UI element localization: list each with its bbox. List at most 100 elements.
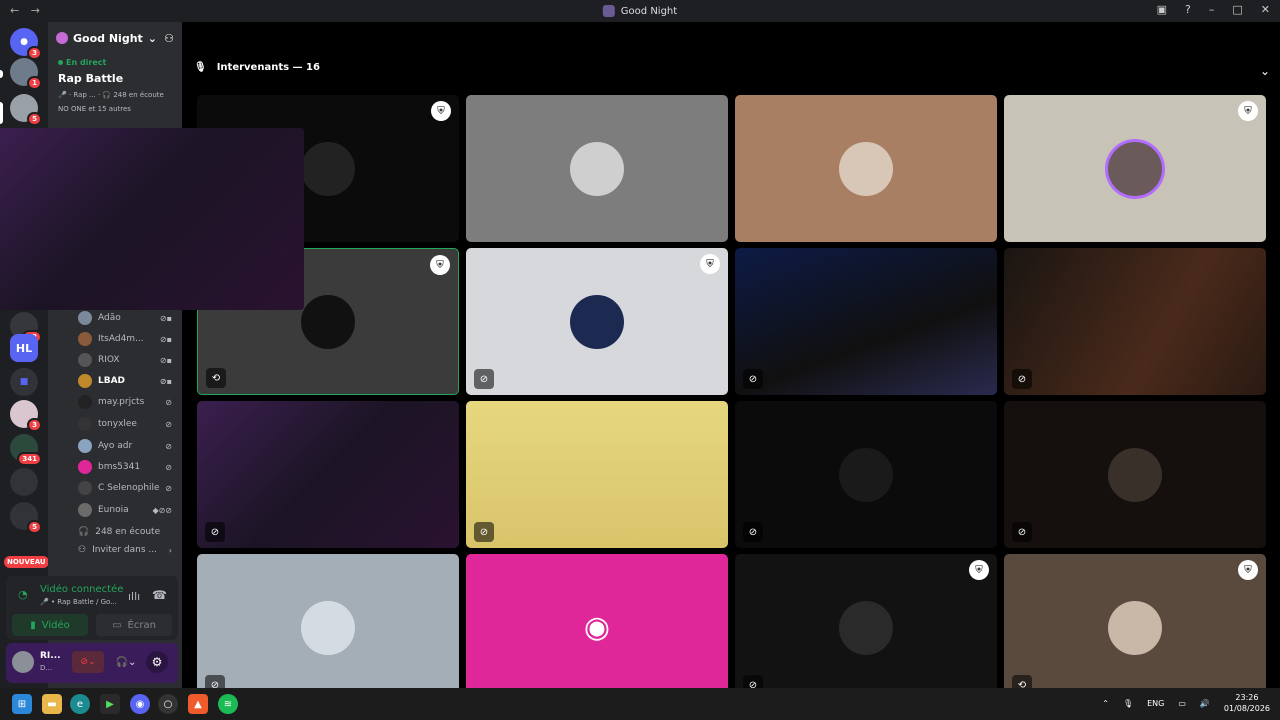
member-row[interactable]: bms5341 ⊘ (78, 457, 178, 477)
live-stage[interactable]: En direct Rap Battle 🎤 · Rap ... · 🎧 248… (48, 54, 182, 123)
voice-channel-sub[interactable]: 🎤 • Rap Battle / Go... (40, 598, 117, 606)
language-indicator[interactable]: ENG (1147, 699, 1164, 708)
window-title: Good Night (602, 5, 677, 17)
speaker-tile[interactable]: ⛨ ⊘ (735, 554, 997, 701)
discord-taskbar-icon[interactable]: ◉ (130, 694, 150, 714)
speaker-tile[interactable]: ⛨ (1004, 95, 1266, 242)
member-row[interactable]: ItsAd4m... ⊘▪ (78, 329, 178, 349)
speaker-tile[interactable]: ⛨ ⊘ (466, 248, 728, 395)
voice-connection-panel: ◔ Vidéo connectée 🎤 • Rap Battle / Go...… (6, 576, 178, 640)
active-server-pill (0, 102, 3, 124)
avatar (570, 141, 624, 196)
nav-arrows[interactable]: ← → (10, 4, 44, 17)
spotify-icon[interactable]: ≋ (218, 694, 238, 714)
server-icon-4[interactable]: 341 (10, 434, 42, 466)
speaker-tile[interactable]: ◉ (466, 554, 728, 701)
speaker-video-tile[interactable]: ⊘ (197, 401, 459, 548)
collapse-chevron-icon[interactable]: ⌄ (1260, 64, 1270, 78)
discord-home-button[interactable]: ● 3 (10, 28, 42, 60)
avatar (78, 417, 92, 431)
server-icon-1[interactable]: 1 (10, 58, 42, 90)
chevron-down-icon: ⌄ (147, 31, 158, 45)
avatar[interactable] (12, 651, 34, 673)
maximize-button[interactable]: □ (1232, 3, 1242, 16)
server-icon-3[interactable]: 3 (10, 400, 42, 432)
screen-share-button[interactable]: ▭ Écran (96, 614, 172, 636)
help-icon[interactable]: ? (1185, 3, 1191, 16)
clock[interactable]: 23:26 01/08/2026 (1224, 692, 1270, 714)
chevron-up-icon[interactable]: ⌃ (1102, 699, 1109, 708)
soundboard-icon[interactable]: ıllı (128, 590, 140, 603)
guild-header[interactable]: Good Night ⌄ ⚇ (48, 22, 182, 54)
speaker-video-tile[interactable]: ⊘ (466, 401, 728, 548)
server-icon-hl[interactable]: HL (10, 334, 38, 362)
edge-icon[interactable]: e (70, 694, 90, 714)
muted-mic-icon: ⊘ (474, 369, 494, 389)
muted-mic-icon: ⊘ (165, 462, 172, 472)
play-icon[interactable]: ▶ (100, 694, 120, 714)
stage-others: NO ONE et 15 autres (58, 105, 131, 113)
avatar (78, 481, 92, 495)
member-row[interactable]: tonyxlee ⊘ (78, 414, 178, 434)
speaker-tile[interactable] (466, 95, 728, 242)
new-badge[interactable]: NOUVEAU (4, 556, 49, 568)
member-row[interactable]: C Selenophile ⊘ (78, 478, 178, 498)
mic-tray-icon[interactable]: 🎙 (1123, 699, 1133, 708)
file-explorer-icon[interactable]: ▬ (42, 694, 62, 714)
app-icon[interactable]: ○ (158, 694, 178, 714)
brave-icon[interactable]: ▲ (188, 694, 208, 714)
avatar (78, 439, 92, 453)
close-button[interactable]: ✕ (1261, 3, 1270, 16)
screen-icon: ▭ (112, 619, 122, 631)
user-panel: RI... D... ⊘⌄ 🎧⌄ ⚙ (6, 643, 178, 683)
member-row[interactable]: LBAD ⊘▪ (78, 371, 178, 391)
moderator-shield-icon: ⛨ (700, 254, 720, 274)
server-icon-6[interactable]: 5 (10, 502, 42, 534)
listeners-row[interactable]: 🎧 248 en écoute (78, 522, 178, 542)
speaker-tile[interactable]: ⊘ (197, 554, 459, 701)
member-row[interactable]: Ayo adr ⊘ (78, 436, 178, 456)
disconnect-icon[interactable]: ☎ (152, 588, 167, 602)
speaker-tile[interactable]: ⊘ (735, 401, 997, 548)
avatar (839, 600, 893, 655)
signal-icon: ◔ (18, 588, 28, 601)
muted-mic-icon: ⊘ (743, 369, 763, 389)
speaker-tile[interactable]: ⊘ (1004, 401, 1266, 548)
speaker-tile[interactable] (735, 95, 997, 242)
camera-icon: ▮ (30, 619, 36, 631)
member-row[interactable]: Eunoia ◆⊘⊘ (78, 500, 178, 520)
speaker-video-tile[interactable]: ⊘ (1004, 248, 1266, 395)
user-name: RI... (40, 651, 61, 661)
picture-in-picture-video[interactable] (0, 128, 304, 310)
stage-meta: 🎤 · Rap ... · 🎧 248 en écoute (58, 91, 164, 99)
member-row[interactable]: Adão ⊘▪ (78, 308, 178, 328)
server-icon-good-night[interactable]: 5 (10, 94, 42, 126)
avatar (1108, 447, 1162, 502)
member-row[interactable]: RIOX ⊘▪ (78, 350, 178, 370)
headphones-button[interactable]: 🎧⌄ (110, 651, 142, 673)
add-member-icon[interactable]: ⚇ (164, 32, 174, 45)
speaker-tile[interactable]: ⛨ ⟲ (1004, 554, 1266, 701)
avatar (78, 395, 92, 409)
avatar (78, 311, 92, 325)
mute-mic-button[interactable]: ⊘⌄ (72, 651, 104, 673)
muted-mic-icon: ◆⊘⊘ (152, 505, 172, 515)
folder-icon[interactable]: ■ (10, 368, 38, 396)
volume-icon[interactable]: 🔊 (1200, 699, 1210, 708)
windows-taskbar: ⊞ ▬ e ▶ ◉ ○ ▲ ≋ ⌃ 🎙 ENG ▭ 🔊 23:26 01/08/… (0, 688, 1280, 720)
video-button[interactable]: ▮ Vidéo (12, 614, 88, 636)
invite-row[interactable]: ⚇ Inviter dans ... › (78, 540, 178, 560)
avatar (1108, 141, 1162, 196)
windows-start-icon[interactable]: ⊞ (12, 694, 32, 714)
speaker-video-tile[interactable]: ⊘ (735, 248, 997, 395)
muted-mic-icon: ⊘ (165, 441, 172, 451)
server-icon-5[interactable] (10, 468, 38, 496)
minimize-button[interactable]: – (1209, 3, 1215, 16)
avatar (301, 294, 355, 349)
member-row[interactable]: may.prjcts ⊘ (78, 392, 178, 412)
network-icon[interactable]: ▭ (1178, 699, 1186, 708)
inbox-icon[interactable]: ▣ (1157, 3, 1167, 16)
speakers-header[interactable]: 🎙 Intervenants — 16 (194, 62, 320, 73)
settings-gear-icon[interactable]: ⚙ (146, 651, 168, 673)
share-icon: ⟲ (206, 368, 226, 388)
